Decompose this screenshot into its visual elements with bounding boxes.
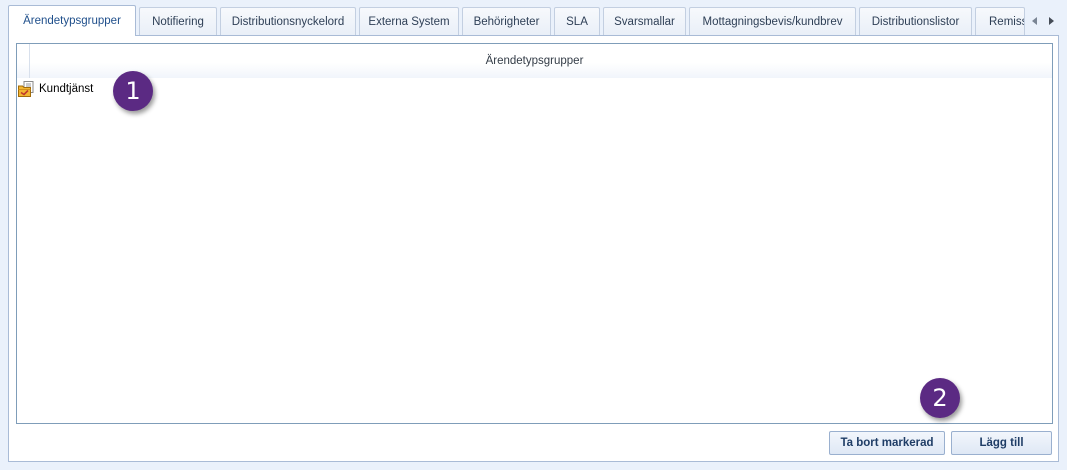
tab-arendetypsgrupper[interactable]: Ärendetypsgrupper xyxy=(8,5,136,36)
folder-document-icon xyxy=(18,81,34,97)
remove-selected-button[interactable]: Ta bort markerad xyxy=(829,431,945,455)
tab-strip: Ärendetypsgrupper Notifiering Distributi… xyxy=(8,5,1063,36)
tab-scroll-right-icon[interactable] xyxy=(1046,15,1056,27)
tab-behorigheter[interactable]: Behörigheter xyxy=(462,7,551,35)
tab-notifiering[interactable]: Notifiering xyxy=(139,7,217,35)
callout-badge-2: 2 xyxy=(920,378,960,418)
row-label-kundtjanst: Kundtjänst xyxy=(39,83,94,95)
tab-mottagningsbevis-kundbrev[interactable]: Mottagningsbevis/kundbrev xyxy=(689,7,856,35)
tab-svarsmallar[interactable]: Svarsmallar xyxy=(603,7,686,35)
tab-distributionsnyckelord[interactable]: Distributionsnyckelord xyxy=(220,7,356,35)
callout-badge-1: 1 xyxy=(113,71,153,111)
grid-column-header[interactable]: Ärendetypsgrupper xyxy=(17,44,1052,78)
column-header-title: Ärendetypsgrupper xyxy=(485,55,584,67)
add-button[interactable]: Lägg till xyxy=(951,431,1052,455)
arendetypsgrupper-grid[interactable]: Ärendetypsgrupper Kundtjänst xyxy=(16,43,1053,424)
tab-sla[interactable]: SLA xyxy=(554,7,600,35)
tab-remiss[interactable]: Remiss xyxy=(975,7,1025,35)
tab-scroll-left-icon[interactable] xyxy=(1029,15,1039,27)
tab-content-panel: Ärendetypsgrupper Kundtjänst Ta bort mar… xyxy=(8,35,1059,462)
tab-externa-system[interactable]: Externa System xyxy=(359,7,459,35)
app-window: Ärendetypsgrupper Notifiering Distributi… xyxy=(0,0,1067,470)
tab-distributionslistor[interactable]: Distributionslistor xyxy=(859,7,972,35)
